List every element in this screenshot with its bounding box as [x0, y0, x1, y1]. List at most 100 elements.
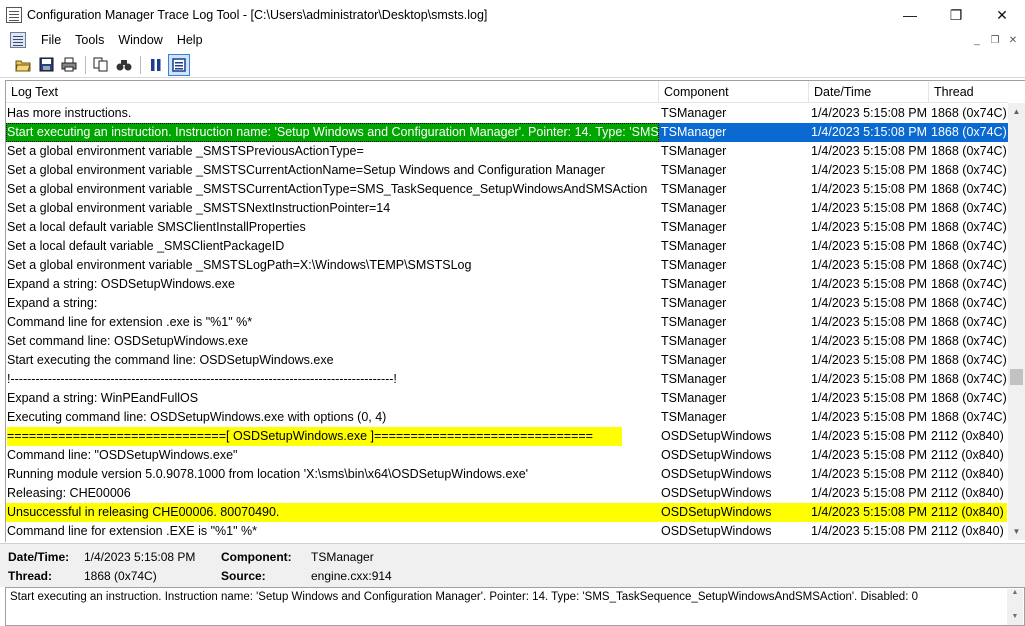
- message-scroll-up-icon[interactable]: ▲: [1007, 589, 1023, 601]
- find-icon[interactable]: [113, 54, 135, 76]
- datetime-cell: 1/4/2023 5:15:08 PM: [811, 277, 928, 291]
- thread-cell: 2112 (0x840): [931, 486, 1004, 500]
- menu-window[interactable]: Window: [111, 33, 169, 47]
- menu-bar: File Tools Window Help _ ❐ ✕: [0, 30, 1025, 50]
- log-row[interactable]: !---------------------------------------…: [6, 370, 1008, 389]
- component-cell: TSManager: [661, 410, 727, 424]
- message-scroll-down-icon[interactable]: ▼: [1007, 613, 1023, 625]
- component-cell: TSManager: [661, 315, 727, 329]
- log-row[interactable]: Set a global environment variable _SMSTS…: [6, 256, 1008, 275]
- component-cell: TSManager: [661, 391, 727, 405]
- toolbar-separator: [140, 55, 141, 74]
- log-row[interactable]: Start executing the command line: OSDSet…: [6, 351, 1008, 370]
- log-row[interactable]: Set a local default variable _SMSClientP…: [6, 237, 1008, 256]
- scroll-up-icon[interactable]: ▲: [1008, 103, 1025, 120]
- mdi-minimize-icon[interactable]: _: [969, 33, 985, 47]
- log-row[interactable]: Expand a string: WinPEandFullOS TSManager…: [6, 389, 1008, 408]
- log-row[interactable]: Command line for extension .EXE is "%1" …: [6, 522, 1008, 541]
- datetime-cell: 1/4/2023 5:15:08 PM: [811, 182, 928, 196]
- datetime-cell: 1/4/2023 5:15:08 PM: [811, 467, 928, 481]
- datetime-cell: 1/4/2023 5:15:08 PM: [811, 429, 928, 443]
- log-row[interactable]: Set a global environment variable _SMSTS…: [6, 161, 1008, 180]
- datetime-cell: 1/4/2023 5:15:08 PM: [811, 239, 928, 253]
- mdi-close-icon[interactable]: ✕: [1005, 33, 1021, 47]
- component-cell: OSDSetupWindows: [661, 448, 772, 462]
- datetime-cell: 1/4/2023 5:15:08 PM: [811, 486, 928, 500]
- log-row[interactable]: Set a global environment variable _SMSTS…: [6, 180, 1008, 199]
- log-row[interactable]: Running module version 5.0.9078.1000 fro…: [6, 465, 1008, 484]
- log-row[interactable]: Expand a string: OSDSetupWindows.exe TSMa…: [6, 275, 1008, 294]
- log-text-cell: Set command line: OSDSetupWindows.exe: [7, 334, 249, 348]
- log-row[interactable]: Releasing: CHE00006 OSDSetupWindows 1/4/20…: [6, 484, 1008, 503]
- scroll-down-icon[interactable]: ▼: [1008, 523, 1025, 540]
- thread-label: Thread:: [8, 569, 53, 583]
- thread-value: 1868 (0x74C): [84, 569, 157, 583]
- minimize-button[interactable]: —: [887, 0, 933, 30]
- thread-cell: 1868 (0x74C): [931, 201, 1007, 215]
- datetime-cell: 1/4/2023 5:15:08 PM: [811, 334, 928, 348]
- highlight-icon[interactable]: [168, 53, 190, 76]
- message-scrollbar[interactable]: ▲ ▼: [1007, 589, 1023, 625]
- copy-icon[interactable]: [90, 54, 112, 76]
- datetime-cell: 1/4/2023 5:15:08 PM: [811, 448, 928, 462]
- component-cell: OSDSetupWindows: [661, 524, 772, 538]
- log-row[interactable]: Set a global environment variable _SMSTS…: [6, 142, 1008, 161]
- log-row[interactable]: ==============================[ OSDSetup…: [6, 427, 1008, 446]
- scroll-thumb[interactable]: [1010, 369, 1023, 385]
- pause-icon[interactable]: [145, 54, 167, 76]
- log-row[interactable]: Has more instructions. TSManager 1/4/2023 …: [6, 104, 1008, 123]
- datetime-cell: 1/4/2023 5:15:08 PM: [811, 410, 928, 424]
- log-row[interactable]: Set command line: OSDSetupWindows.exe TSM…: [6, 332, 1008, 351]
- log-text-cell: ==============================[ OSDSetup…: [6, 427, 659, 446]
- thread-cell: 1868 (0x74C): [931, 144, 1007, 158]
- mdi-restore-icon[interactable]: ❐: [987, 33, 1003, 47]
- log-text-cell: Set a global environment variable _SMSTS…: [7, 144, 364, 158]
- log-row[interactable]: Expand a string: TSManager 1/4/2023 5:15:0…: [6, 294, 1008, 313]
- message-box[interactable]: Start executing an instruction. Instruct…: [5, 587, 1025, 626]
- component-cell: TSManager: [661, 220, 727, 234]
- datetime-cell: 1/4/2023 5:15:08 PM: [811, 220, 928, 234]
- column-log-text[interactable]: Log Text: [6, 81, 659, 103]
- save-icon[interactable]: [35, 54, 57, 76]
- thread-cell: 1868 (0x74C): [931, 315, 1007, 329]
- window-controls: — ❐ ✕: [887, 0, 1025, 30]
- log-text-cell: Has more instructions.: [7, 106, 132, 120]
- log-row[interactable]: Set a local default variable SMSClientIn…: [6, 218, 1008, 237]
- datetime-cell: 1/4/2023 5:15:08 PM: [811, 163, 928, 177]
- menu-help[interactable]: Help: [170, 33, 210, 47]
- log-row[interactable]: Executing command line: OSDSetupWindows.…: [6, 408, 1008, 427]
- document-icon[interactable]: [10, 32, 26, 48]
- component-cell: TSManager: [661, 334, 727, 348]
- close-button[interactable]: ✕: [979, 0, 1025, 30]
- log-list[interactable]: Log Text Component Date/Time Thread Has …: [5, 80, 1025, 542]
- menu-file[interactable]: File: [34, 33, 68, 47]
- log-row[interactable]: Command line: "OSDSetupWindows.exe" OSDSe…: [6, 446, 1008, 465]
- thread-cell: 1868 (0x74C): [931, 334, 1007, 348]
- restore-button[interactable]: ❐: [933, 0, 979, 30]
- print-icon[interactable]: [58, 54, 80, 76]
- log-row[interactable]: Set a global environment variable _SMSTS…: [6, 199, 1008, 218]
- log-scrollbar[interactable]: ▲ ▼: [1008, 103, 1025, 540]
- log-text-cell: Command line for extension .exe is "%1" …: [7, 315, 253, 329]
- log-row[interactable]: Unsuccessful in releasing CHE00006. 8007…: [6, 503, 1008, 522]
- log-row[interactable]: Start executing an instruction. Instruct…: [6, 123, 1008, 142]
- log-row[interactable]: Command line for extension .exe is "%1" …: [6, 313, 1008, 332]
- column-component[interactable]: Component: [659, 81, 809, 103]
- thread-cell: 1868 (0x74C): [931, 391, 1007, 405]
- component-label: Component:: [221, 550, 292, 564]
- thread-cell: 2112 (0x840): [931, 524, 1004, 538]
- log-text-cell: Releasing: CHE00006: [7, 486, 131, 500]
- log-text-cell: Set a local default variable _SMSClientP…: [7, 239, 285, 253]
- thread-cell: 1868 (0x74C): [931, 220, 1007, 234]
- menu-tools[interactable]: Tools: [68, 33, 111, 47]
- datetime-cell: 1/4/2023 5:15:08 PM: [811, 106, 928, 120]
- log-text-cell: Start executing an instruction. Instruct…: [6, 123, 659, 142]
- thread-cell: 1868 (0x74C): [931, 258, 1007, 272]
- source-value: engine.cxx:914: [311, 569, 392, 583]
- open-icon[interactable]: [12, 54, 34, 76]
- message-text: Start executing an instruction. Instruct…: [10, 591, 918, 603]
- datetime-cell: 1/4/2023 5:15:08 PM: [811, 391, 928, 405]
- component-cell: TSManager: [661, 106, 727, 120]
- column-datetime[interactable]: Date/Time: [809, 81, 929, 103]
- column-thread[interactable]: Thread: [929, 81, 1008, 103]
